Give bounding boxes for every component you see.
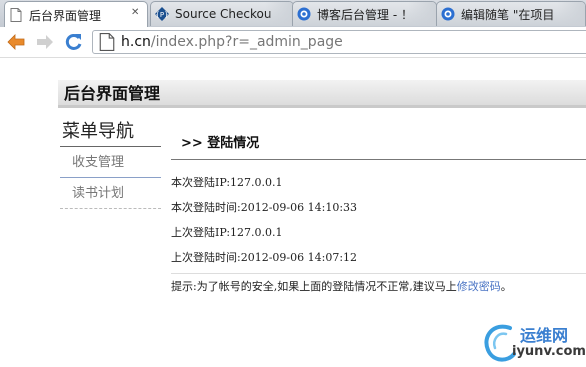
tab-fade bbox=[408, 2, 436, 26]
sidebar-item-reading-plan[interactable]: 读书计划 bbox=[60, 178, 161, 209]
back-arrow-icon bbox=[7, 34, 25, 50]
change-password-link[interactable]: 修改密码 bbox=[457, 280, 501, 293]
tab-label: 博客后台管理 - ！ bbox=[317, 7, 413, 22]
tab-label: 后台界面管理 bbox=[29, 8, 102, 23]
watermark-logo: 运维网 iyunv.com bbox=[480, 318, 586, 367]
tab-fade bbox=[265, 2, 293, 26]
sidebar-nav: 菜单导航 收支管理 读书计划 bbox=[60, 120, 161, 209]
sidebar-title: 菜单导航 bbox=[60, 120, 161, 147]
hint-suffix: 。 bbox=[500, 280, 512, 293]
tab-fade bbox=[557, 2, 585, 26]
section-title: >> 登陆情况 bbox=[171, 133, 586, 160]
watermark-swirl-icon bbox=[484, 324, 516, 362]
back-button[interactable] bbox=[6, 33, 26, 51]
sourceforge-icon: {P} bbox=[155, 6, 169, 22]
page-icon bbox=[99, 33, 115, 51]
security-hint: 提示:为了帐号的安全,如果上面的登陆情况不正常,建议马上修改密码。 bbox=[171, 273, 586, 294]
reload-icon bbox=[65, 33, 82, 50]
hint-text: 提示:为了帐号的安全,如果上面的登陆情况不正常,建议马上 bbox=[171, 280, 457, 293]
url-host: h.cn bbox=[121, 34, 151, 50]
sidebar-item-income-expense[interactable]: 收支管理 bbox=[60, 147, 161, 178]
watermark-domain: iyunv.com bbox=[512, 344, 586, 359]
tab-blog-admin[interactable]: 博客后台管理 - ！ bbox=[292, 1, 437, 26]
tab-edit-post[interactable]: 编辑随笔 "在项目 bbox=[436, 1, 586, 26]
address-bar[interactable]: h.cn/index.php?r=_admin_page bbox=[92, 30, 586, 54]
page-header: 后台界面管理 bbox=[58, 80, 586, 108]
last-login-ip: 上次登陆IP:127.0.0.1 bbox=[171, 226, 283, 239]
current-login-time: 本次登陆时间:2012-09-06 14:10:33 bbox=[171, 201, 358, 214]
url-path: /index.php?r=_admin_page bbox=[150, 34, 343, 50]
blog-icon bbox=[441, 6, 455, 22]
browser-toolbar: h.cn/index.php?r=_admin_page bbox=[0, 27, 586, 58]
last-login-time: 上次登陆时间:2012-09-06 14:07:12 bbox=[171, 251, 358, 264]
forward-arrow-icon bbox=[37, 35, 53, 49]
reload-button[interactable] bbox=[64, 33, 84, 51]
main-panel: >> 登陆情况 本次登陆IP:127.0.0.1 本次登陆时间:2012-09-… bbox=[171, 120, 586, 294]
svg-text:{P}: {P} bbox=[155, 11, 168, 19]
close-icon[interactable]: ✕ bbox=[131, 8, 141, 18]
tab-source-checkout[interactable]: {P} Source Checkou bbox=[150, 1, 294, 26]
watermark-title: 运维网 bbox=[520, 326, 569, 345]
forward-button[interactable] bbox=[35, 33, 55, 51]
page-icon bbox=[9, 7, 23, 23]
login-info: 本次登陆IP:127.0.0.1 本次登陆时间:2012-09-06 14:10… bbox=[171, 170, 586, 270]
tab-admin-page[interactable]: 后台界面管理 ✕ bbox=[4, 1, 148, 28]
tab-label: Source Checkou bbox=[175, 7, 272, 21]
current-login-ip: 本次登陆IP:127.0.0.1 bbox=[171, 176, 283, 189]
tab-strip: 后台界面管理 ✕ {P} Source Checkou 博客后台管理 - ！ 编… bbox=[0, 0, 586, 28]
blog-icon bbox=[297, 6, 311, 22]
tab-label: 编辑随笔 "在项目 bbox=[461, 7, 555, 22]
